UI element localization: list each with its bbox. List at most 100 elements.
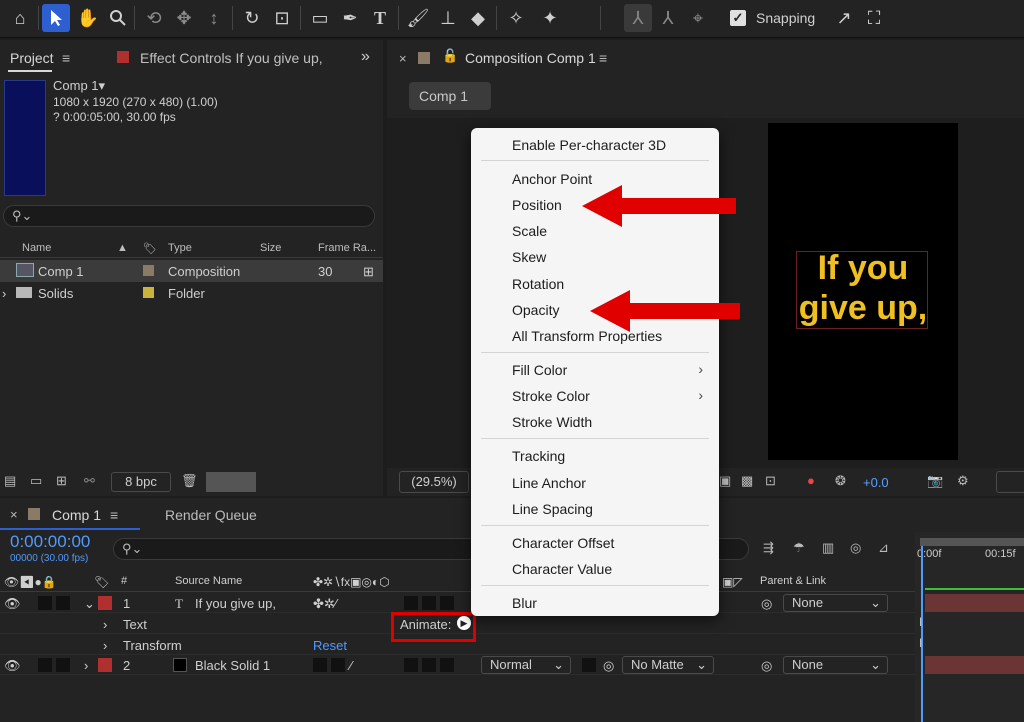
switch-box[interactable]	[404, 596, 418, 610]
channel-icon[interactable]: ●	[807, 473, 815, 488]
layer-switches-icon[interactable]: ✤✲∖fx▣◎◐⬡	[313, 575, 390, 589]
menu-stroke-color[interactable]: Stroke Color	[512, 388, 590, 404]
pan-behind-tool-icon[interactable]: ⊡	[268, 4, 296, 32]
col-type[interactable]: Type	[168, 242, 192, 254]
col-frame-rate[interactable]: Frame Ra...	[318, 242, 376, 254]
comp-mini-flowchart-icon[interactable]: ⇶	[763, 540, 774, 556]
switch-box[interactable]	[313, 658, 327, 672]
chevron-down-icon[interactable]: ⌄	[84, 596, 95, 612]
motion-blur-icon[interactable]: ◎	[850, 540, 861, 556]
project-row-solids[interactable]: › Solids Folder	[0, 282, 383, 304]
chevron-right-icon[interactable]: ›	[103, 638, 107, 653]
visibility-eye-icon[interactable]: 👁	[4, 658, 21, 674]
new-comp-icon[interactable]: ⊞	[56, 473, 67, 489]
transparency-grid-icon[interactable]: ▩	[741, 473, 753, 489]
menu-stroke-width[interactable]: Stroke Width	[512, 414, 592, 430]
col-size[interactable]: Size	[260, 242, 281, 254]
panel-menu-icon[interactable]: ≡	[599, 50, 607, 66]
comp-navigator-chip[interactable]: Comp 1	[409, 82, 491, 110]
menu-position[interactable]: Position	[512, 197, 562, 213]
chevron-right-icon[interactable]: ›	[2, 286, 6, 301]
layer-label-swatch[interactable]	[98, 658, 112, 672]
axis-view-icon[interactable]: ⌖	[684, 4, 712, 32]
axis-local-icon[interactable]: ⅄	[624, 4, 652, 32]
new-folder-icon[interactable]: ▭	[30, 473, 42, 489]
flow-icon[interactable]: ⚯	[84, 473, 95, 489]
menu-character-offset[interactable]: Character Offset	[512, 535, 614, 551]
region-icon[interactable]: ▣	[719, 473, 731, 489]
switch-box[interactable]	[331, 658, 345, 672]
shy-layers-icon[interactable]: ☂	[793, 540, 805, 556]
interpret-footage-icon[interactable]: ▤	[4, 473, 16, 489]
chevron-right-icon[interactable]: ›	[84, 658, 88, 673]
snapping-checkbox[interactable]: ✓	[730, 10, 746, 26]
chevron-right-icon[interactable]: ›	[103, 617, 107, 632]
frame-blending-icon[interactable]: ▥	[822, 540, 834, 556]
av-switches-icon[interactable]: 👁◀●🔒	[4, 575, 57, 589]
menu-enable-per-character-3d[interactable]: Enable Per-character 3D	[512, 137, 666, 153]
col-source-name[interactable]: Source Name	[175, 575, 242, 587]
current-timecode[interactable]: 0:00:00:00	[10, 532, 90, 552]
switch-box[interactable]	[422, 658, 436, 672]
label-swatch[interactable]	[143, 265, 154, 276]
layer-2-duration-bar[interactable]	[925, 656, 1024, 674]
roto-brush-tool-icon[interactable]: ✧	[502, 4, 530, 32]
menu-blur[interactable]: Blur	[512, 595, 537, 611]
work-area-bar[interactable]	[920, 538, 1024, 546]
track-matte-pickwhip-icon[interactable]: ◎	[603, 658, 614, 674]
tab-timeline-comp1[interactable]: Comp 1	[52, 507, 101, 523]
tab-render-queue[interactable]: Render Queue	[165, 507, 257, 523]
menu-fill-color[interactable]: Fill Color	[512, 362, 567, 378]
item-name[interactable]: Comp 1▾	[53, 78, 105, 94]
pen-tool-icon[interactable]: ✒	[336, 4, 364, 32]
parent-dropdown[interactable]: None ⌄	[783, 594, 888, 612]
quality-switch-icon[interactable]: ∕	[350, 658, 352, 673]
layer-row-1[interactable]: 👁 ⌄ 1 T If you give up, ✤✲∕ ◎ None ⌄	[0, 593, 915, 613]
col-parent-link[interactable]: Parent & Link	[760, 575, 826, 587]
menu-tracking[interactable]: Tracking	[512, 448, 565, 464]
project-search-input[interactable]: ⚲⌄	[3, 205, 375, 227]
flowchart-icon[interactable]: ⊞	[363, 264, 374, 280]
menu-scale[interactable]: Scale	[512, 223, 547, 239]
label-swatch[interactable]	[143, 287, 154, 298]
menu-rotation[interactable]: Rotation	[512, 276, 564, 292]
switch-box[interactable]	[422, 596, 436, 610]
lock-switch[interactable]	[56, 596, 70, 610]
clone-stamp-tool-icon[interactable]: ⊥	[434, 4, 462, 32]
rectangle-tool-icon[interactable]: ▭	[306, 4, 334, 32]
col-name[interactable]: Name	[22, 242, 51, 254]
tab-composition[interactable]: Composition Comp 1	[465, 50, 596, 66]
zoom-tool-icon[interactable]	[104, 4, 132, 32]
close-icon[interactable]: ×	[399, 51, 407, 66]
timecode-field[interactable]	[996, 471, 1024, 493]
menu-opacity[interactable]: Opacity	[512, 302, 559, 318]
label-tag-icon[interactable]: 🏷	[94, 575, 109, 589]
track-matte-dropdown[interactable]: No Matte ⌄	[622, 656, 714, 674]
menu-skew[interactable]: Skew	[512, 249, 546, 265]
exposure-value[interactable]: +0.0	[863, 475, 889, 490]
lock-switch[interactable]	[56, 658, 70, 672]
sort-up-icon[interactable]: ▲	[117, 242, 128, 254]
panel-overflow-icon[interactable]: »	[361, 48, 370, 66]
panel-menu-icon[interactable]: ≡	[110, 507, 118, 523]
layer-row-2[interactable]: 👁 › 2 Black Solid 1 ∕ Normal ⌄ ◎ No Matte…	[0, 655, 915, 675]
switch-box[interactable]	[440, 658, 454, 672]
home-icon[interactable]: ⌂	[6, 4, 34, 32]
bit-depth-button[interactable]: 8 bpc	[111, 472, 171, 492]
zoom-dropdown[interactable]: (29.5%)	[399, 471, 469, 493]
switch-box[interactable]	[440, 596, 454, 610]
layer-label-swatch[interactable]	[98, 596, 112, 610]
lock-icon[interactable]: 🔓	[442, 48, 458, 64]
solo-switch[interactable]	[38, 596, 52, 610]
hand-tool-icon[interactable]: ✋	[74, 4, 102, 32]
preserve-transparency-switch[interactable]	[582, 658, 596, 672]
brush-tool-icon[interactable]: 🖌	[404, 4, 432, 32]
rotation-tool-icon[interactable]: ↻	[238, 4, 266, 32]
menu-anchor-point[interactable]: Anchor Point	[512, 171, 592, 187]
snap-target-icon[interactable]: ⛶	[860, 4, 888, 32]
comp-canvas[interactable]: If you give up,	[768, 123, 958, 460]
type-tool-icon[interactable]: T	[366, 4, 394, 32]
reset-exposure-icon[interactable]: ❂	[835, 473, 846, 489]
trash-icon[interactable]: 🗑	[181, 473, 198, 489]
layer-name[interactable]: Black Solid 1	[195, 658, 270, 673]
